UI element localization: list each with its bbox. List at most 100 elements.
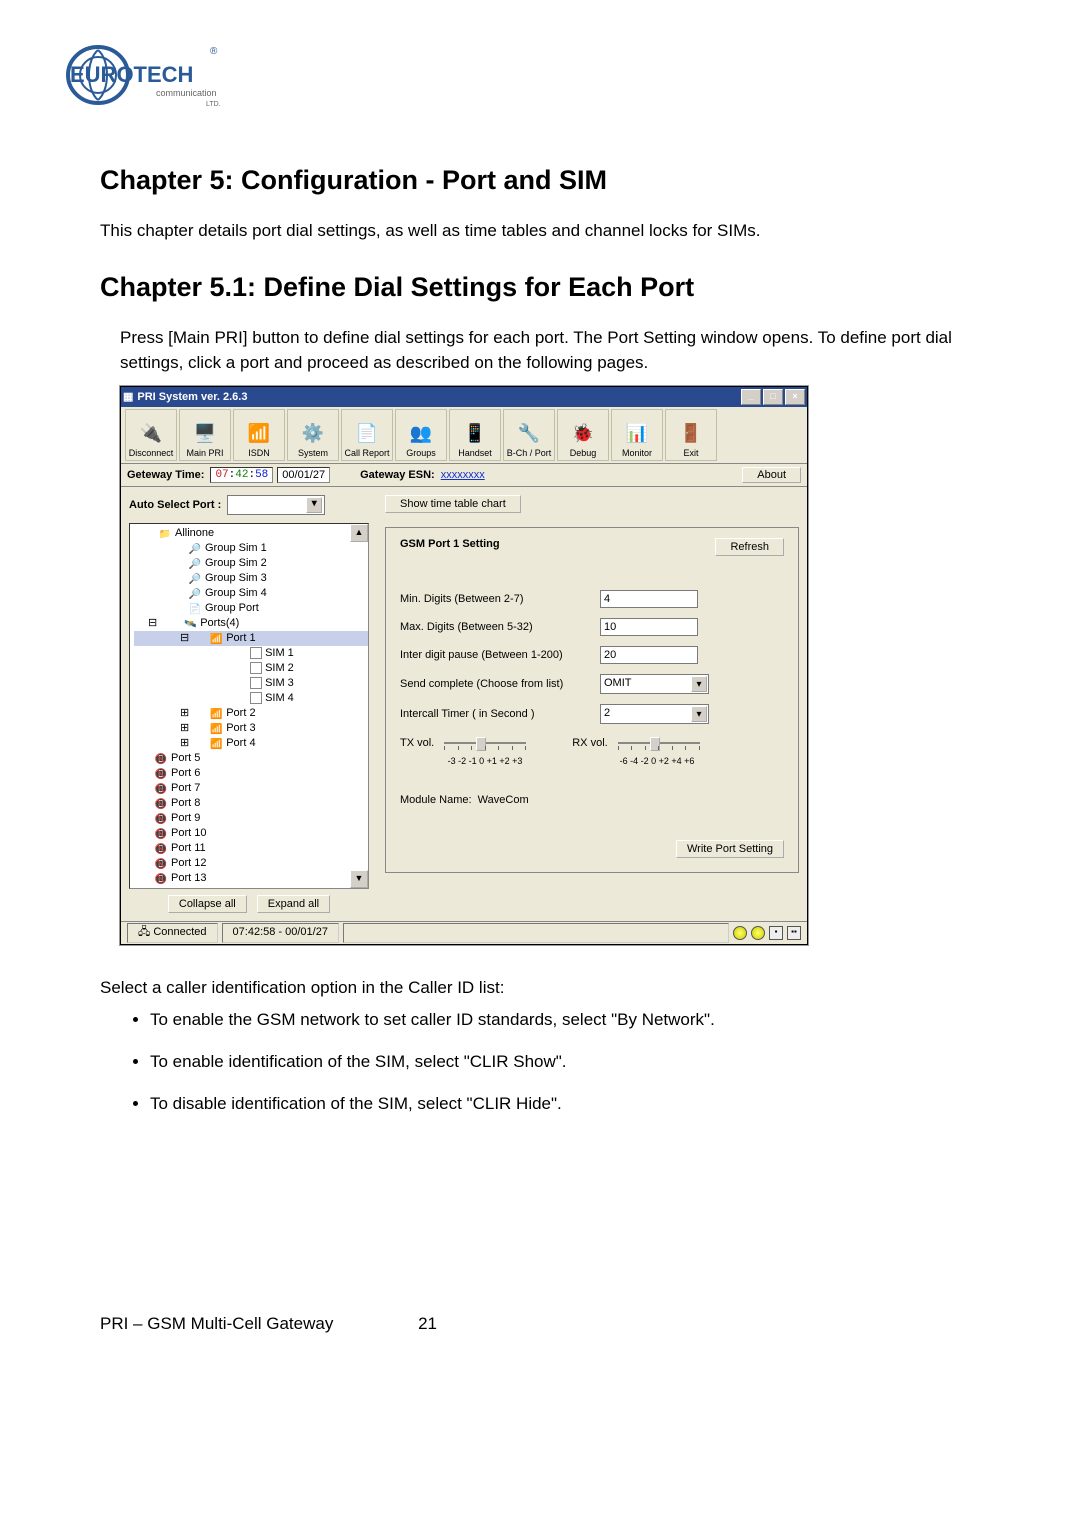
- sim-icon: [250, 662, 262, 674]
- tree-port-off[interactable]: 📵Port 13: [134, 871, 368, 886]
- expand-all-button[interactable]: Expand all: [257, 895, 330, 913]
- tree-port-off[interactable]: 📵Port 11: [134, 841, 368, 856]
- group-icon: 🔎: [188, 587, 202, 599]
- tree-sim[interactable]: SIM 4: [134, 691, 368, 706]
- write-port-setting-button[interactable]: Write Port Setting: [676, 840, 784, 858]
- tree-port-off[interactable]: 📵Port 12: [134, 856, 368, 871]
- tx-vol-label: TX vol.: [400, 737, 434, 749]
- status-connected: 🖧 Connected: [127, 923, 218, 943]
- tree-group-sim[interactable]: 🔎Group Sim 3: [134, 571, 368, 586]
- page-footer: PRI – GSM Multi-Cell Gateway 21: [100, 1314, 980, 1334]
- send-complete-combo[interactable]: OMIT: [600, 674, 709, 694]
- port-off-icon: 📵: [154, 797, 168, 809]
- pri-system-window: ▦ PRI System ver. 2.6.3 _ □ × 🔌Disconnec…: [120, 386, 808, 945]
- footer-title: PRI – GSM Multi-Cell Gateway: [100, 1314, 333, 1334]
- folder-icon: 📁: [158, 527, 172, 539]
- port-off-icon: 📵: [154, 887, 168, 889]
- toolbar-exit[interactable]: 🚪Exit: [665, 409, 717, 461]
- tree-ports-parent[interactable]: ⊟🛰️Ports(4): [134, 616, 368, 631]
- group-icon: 🔎: [188, 557, 202, 569]
- tree-group-sim[interactable]: 🔎Group Sim 1: [134, 541, 368, 556]
- max-digits-label: Max. Digits (Between 5-32): [400, 621, 600, 633]
- collapse-all-button[interactable]: Collapse all: [168, 895, 247, 913]
- gateway-esn-value[interactable]: xxxxxxxx: [441, 469, 485, 481]
- caller-id-bullets: To enable the GSM network to set caller …: [150, 1010, 980, 1114]
- tree-port-off[interactable]: 📵Port 9: [134, 811, 368, 826]
- status-box-icon: ▪: [769, 926, 783, 940]
- tree-sim[interactable]: SIM 3: [134, 676, 368, 691]
- min-digits-input[interactable]: [600, 590, 698, 608]
- monitor-icon: 📊: [623, 420, 651, 448]
- tree-scroll-up[interactable]: ▲: [350, 524, 368, 542]
- tree-port-off[interactable]: 📵Port 8: [134, 796, 368, 811]
- tree-group-sim[interactable]: 🔎Group Sim 2: [134, 556, 368, 571]
- tree-port-off[interactable]: 📵Port 5: [134, 751, 368, 766]
- port-off-icon: 📵: [154, 812, 168, 824]
- inter-digit-pause-input[interactable]: [600, 646, 698, 664]
- tree-port[interactable]: ⊞📶Port 3: [134, 721, 368, 736]
- refresh-button[interactable]: Refresh: [715, 538, 784, 556]
- tree-port-off[interactable]: 📵Port 14: [134, 886, 368, 889]
- port-icon: 📶: [209, 632, 223, 644]
- tx-scale: -3 -2 -1 0 +1 +2 +3: [440, 756, 530, 766]
- tree-port[interactable]: ⊞📶Port 4: [134, 736, 368, 751]
- toolbar-isdn[interactable]: 📶ISDN: [233, 409, 285, 461]
- tree-port-off[interactable]: 📵Port 6: [134, 766, 368, 781]
- status-box-icon: ▪▪: [787, 926, 801, 940]
- minimize-button[interactable]: _: [741, 389, 761, 405]
- max-digits-input[interactable]: [600, 618, 698, 636]
- tree-sim[interactable]: SIM 2: [134, 661, 368, 676]
- close-button[interactable]: ×: [785, 389, 805, 405]
- port-setting-panel: Refresh GSM Port 1 Setting Min. Digits (…: [385, 527, 799, 873]
- tree-port-off[interactable]: 📵Port 10: [134, 826, 368, 841]
- toolbar-disconnect[interactable]: 🔌Disconnect: [125, 409, 177, 461]
- bullet-item: To enable the GSM network to set caller …: [150, 1010, 980, 1030]
- gateway-date-value: 00/01/27: [277, 467, 330, 483]
- bullet-item: To disable identification of the SIM, se…: [150, 1094, 980, 1114]
- intercall-timer-combo[interactable]: 2: [600, 704, 709, 724]
- rx-vol-slider[interactable]: [614, 734, 704, 752]
- port-off-icon: 📵: [154, 782, 168, 794]
- ports-icon: 🛰️: [183, 617, 197, 629]
- tree-sim[interactable]: SIM 1: [134, 646, 368, 661]
- sim-icon: [250, 692, 262, 704]
- port-off-icon: 📵: [154, 842, 168, 854]
- auto-select-port-combo[interactable]: [227, 495, 325, 515]
- port-off-icon: 📵: [154, 752, 168, 764]
- status-led-icon: [733, 926, 747, 940]
- toolbar-system[interactable]: ⚙️System: [287, 409, 339, 461]
- tx-vol-slider[interactable]: [440, 734, 530, 752]
- tree-group-port[interactable]: 📄Group Port: [134, 601, 368, 616]
- tree-port-1[interactable]: ⊟📶Port 1: [134, 631, 368, 646]
- rx-vol-label: RX vol.: [572, 737, 607, 749]
- toolbar-handset[interactable]: 📱Handset: [449, 409, 501, 461]
- section-heading: Chapter 5.1: Define Dial Settings for Ea…: [100, 272, 980, 303]
- tree-port[interactable]: ⊞📶Port 2: [134, 706, 368, 721]
- inter-digit-pause-label: Inter digit pause (Between 1-200): [400, 649, 600, 661]
- about-button[interactable]: About: [742, 467, 801, 483]
- maximize-button[interactable]: □: [763, 389, 783, 405]
- group-icon: 🔎: [188, 572, 202, 584]
- toolbar-debug[interactable]: 🐞Debug: [557, 409, 609, 461]
- window-titlebar[interactable]: ▦ PRI System ver. 2.6.3 _ □ ×: [121, 387, 807, 407]
- intercall-timer-label: Intercall Timer ( in Second ): [400, 708, 600, 720]
- toolbar-call-report[interactable]: 📄Call Report: [341, 409, 393, 461]
- tree-root[interactable]: 📁Allinone: [134, 526, 368, 541]
- toolbar-main-pri[interactable]: 🖥️Main PRI: [179, 409, 231, 461]
- status-led-icon: [751, 926, 765, 940]
- handset-icon: 📱: [461, 420, 489, 448]
- svg-text:®: ®: [210, 46, 218, 57]
- tree-group-sim[interactable]: 🔎Group Sim 4: [134, 586, 368, 601]
- status-bar: 🖧 Connected 07:42:58 - 00/01/27 ▪ ▪▪: [121, 921, 807, 944]
- bch-port-icon: 🔧: [515, 420, 543, 448]
- sim-icon: [250, 647, 262, 659]
- toolbar-monitor[interactable]: 📊Monitor: [611, 409, 663, 461]
- call-report-icon: 📄: [353, 420, 381, 448]
- tree-port-off[interactable]: 📵Port 7: [134, 781, 368, 796]
- toolbar-groups[interactable]: 👥Groups: [395, 409, 447, 461]
- toolbar-bch-port[interactable]: 🔧B-Ch / Port: [503, 409, 555, 461]
- show-time-table-button[interactable]: Show time table chart: [385, 495, 521, 513]
- groups-icon: 👥: [407, 420, 435, 448]
- tree-scroll-down[interactable]: ▼: [350, 870, 368, 888]
- ports-tree[interactable]: ▲ 📁Allinone 🔎Group Sim 1 🔎Group Sim 2 🔎G…: [129, 523, 369, 889]
